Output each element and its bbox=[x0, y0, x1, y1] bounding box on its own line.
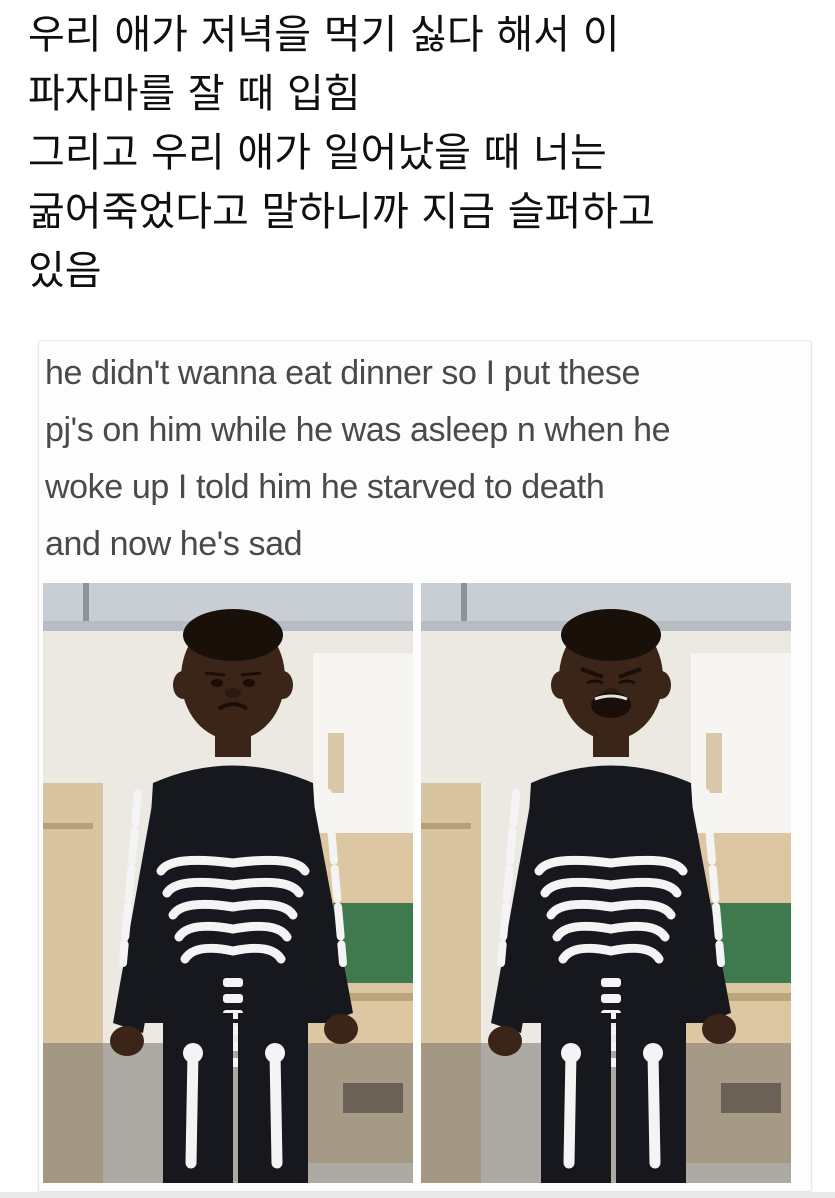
embedded-post-screenshot: he didn't wanna eat dinner so I put thes… bbox=[38, 340, 812, 1192]
photo-left bbox=[43, 583, 413, 1183]
child-skeleton-pajama-illustration bbox=[43, 583, 413, 1183]
spine-bone bbox=[223, 978, 243, 987]
korean-caption: 우리 애가 저녁을 먹기 싫다 해서 이 파자마를 잘 때 입힘 그리고 우리 … bbox=[28, 6, 818, 301]
post-text-line: he didn't wanna eat dinner so I put thes… bbox=[45, 354, 640, 392]
spine-bone bbox=[601, 978, 621, 987]
caption-line: 파자마를 잘 때 입힘 bbox=[28, 71, 361, 117]
caption-line: 우리 애가 저녁을 먹기 싫다 해서 이 bbox=[28, 12, 620, 58]
bottom-divider bbox=[0, 1192, 835, 1198]
post-text-line: woke up I told him he starved to death bbox=[45, 468, 605, 506]
caption-line: 그리고 우리 애가 일어났을 때 너는 bbox=[28, 130, 607, 176]
post-text-line: pj's on him while he was asleep n when h… bbox=[45, 411, 671, 449]
caption-line: 있음 bbox=[28, 248, 102, 294]
child-skeleton-pajama-illustration bbox=[421, 583, 791, 1183]
post-text: he didn't wanna eat dinner so I put thes… bbox=[45, 345, 805, 573]
caption-line: 굶어죽었다고 말하니까 지금 슬퍼하고 bbox=[28, 189, 655, 235]
post-text-line: and now he's sad bbox=[45, 525, 303, 563]
spine-bone bbox=[223, 994, 243, 1003]
photo-right bbox=[421, 583, 791, 1183]
spine-bone bbox=[601, 994, 621, 1003]
